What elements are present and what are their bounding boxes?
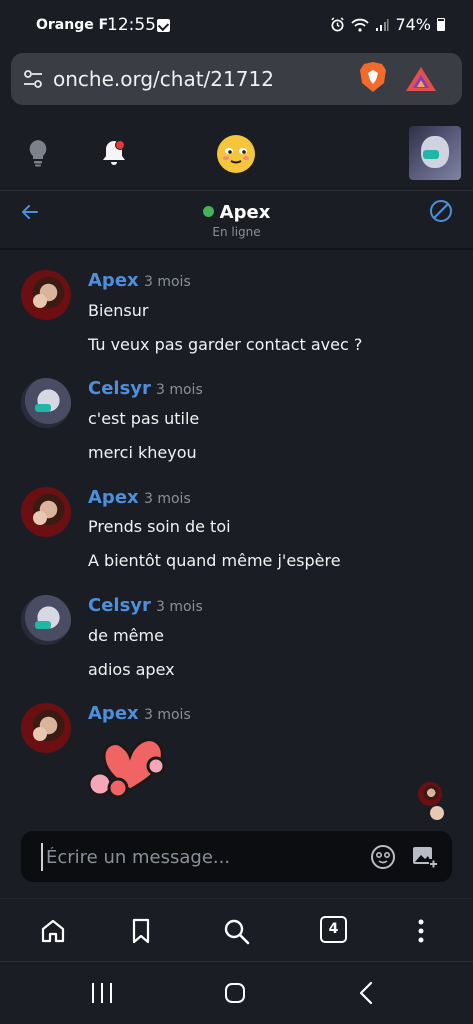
site-nav — [0, 114, 473, 191]
status-bar: Orange F 12:55 74% — [0, 0, 473, 52]
message-input[interactable] — [41, 843, 361, 871]
tab-switcher-button[interactable]: 4 — [320, 916, 347, 943]
author-name[interactable]: Celsyr — [88, 378, 151, 399]
author-avatar[interactable] — [21, 703, 71, 753]
search-icon[interactable] — [222, 917, 250, 945]
site-settings-icon[interactable] — [23, 70, 43, 88]
carrier-name: Orange F — [36, 17, 109, 33]
message-text: adios apex — [88, 660, 175, 679]
home-nav-icon[interactable] — [224, 982, 246, 1004]
author-name[interactable]: Celsyr — [88, 595, 151, 616]
recent-apps-icon[interactable] — [90, 982, 114, 1004]
message-time: 3 mois — [144, 491, 191, 507]
notification-dot — [115, 140, 125, 150]
system-icons: 74% — [330, 15, 445, 34]
signal-icon — [376, 18, 389, 31]
contact-name: Apex — [0, 202, 473, 223]
brave-shields-icon[interactable] — [358, 61, 388, 93]
author-name[interactable]: Apex — [88, 270, 139, 291]
message-time: 3 mois — [144, 707, 191, 723]
home-icon[interactable] — [39, 917, 67, 945]
read-receipt-avatar — [418, 782, 444, 820]
smiley-logo-icon[interactable] — [216, 134, 256, 174]
message-text: merci kheyou — [88, 443, 197, 462]
emoji-picker-icon[interactable] — [370, 844, 396, 870]
message-text: Prends soin de toi — [88, 517, 231, 536]
chat-header: Apex En ligne — [0, 192, 473, 250]
avatar-mask — [423, 150, 439, 159]
author-avatar[interactable] — [21, 270, 71, 320]
user-avatar[interactable] — [409, 126, 461, 180]
message-text: c'est pas utile — [88, 409, 200, 428]
brave-rewards-icon[interactable] — [405, 66, 437, 92]
author-avatar[interactable] — [21, 595, 71, 645]
system-nav-bar — [0, 961, 473, 1024]
contact-name-text: Apex — [219, 202, 271, 223]
message-time: 3 mois — [144, 274, 191, 290]
url-text[interactable]: onche.org/chat/21712 — [53, 67, 274, 91]
author-name[interactable]: Apex — [88, 703, 139, 724]
bookmark-icon[interactable] — [127, 917, 155, 945]
message-text: de même — [88, 626, 164, 645]
battery-level: 74% — [395, 15, 431, 34]
back-nav-icon[interactable] — [358, 981, 374, 1005]
author-name[interactable]: Apex — [88, 487, 139, 508]
add-image-icon[interactable] — [412, 844, 438, 870]
message-text: A bientôt quand même j'espère — [88, 551, 341, 570]
lightbulb-icon[interactable] — [24, 138, 52, 168]
contact-status: En ligne — [212, 225, 261, 239]
author-avatar[interactable] — [21, 487, 71, 537]
alarm-icon — [331, 17, 345, 32]
checkbox-notification-icon — [157, 19, 170, 32]
block-icon[interactable] — [429, 199, 453, 223]
hearts-sticker-icon[interactable] — [86, 728, 172, 800]
message-composer — [21, 831, 452, 882]
message-time: 3 mois — [156, 382, 203, 398]
battery-icon — [437, 18, 445, 31]
browser-toolbar — [0, 898, 473, 961]
wifi-icon — [351, 18, 370, 32]
author-avatar[interactable] — [21, 378, 71, 428]
more-menu-icon[interactable] — [407, 917, 435, 945]
address-bar[interactable]: onche.org/chat/21712 — [11, 53, 462, 105]
online-status-dot — [202, 206, 214, 217]
clock: 12:55 — [107, 15, 156, 35]
message-time: 3 mois — [156, 599, 203, 615]
message-text: Biensur — [88, 301, 149, 320]
message-text: Tu veux pas garder contact avec ? — [88, 335, 363, 354]
